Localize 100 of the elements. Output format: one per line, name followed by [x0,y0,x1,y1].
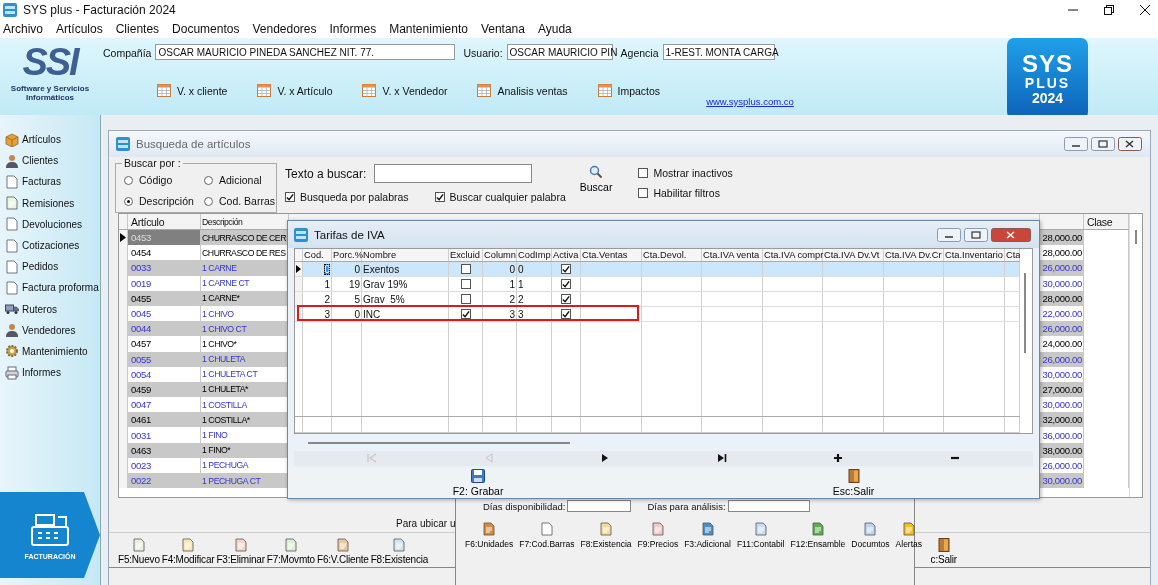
column-header[interactable]: Cta.IVA compr [763,249,823,262]
checkbox[interactable] [561,279,571,290]
scrollbar-thumb[interactable] [1135,230,1137,244]
checkbox[interactable] [285,192,295,202]
table-cell[interactable]: 0055 [128,351,201,367]
column-header[interactable]: Cta.Inventario [944,249,1005,262]
close-button[interactable] [1140,5,1150,15]
table-cell[interactable]: 0031 [128,427,201,443]
column-header[interactable]: Cod. [303,249,332,262]
radio-button[interactable] [204,175,213,185]
toolbar-button[interactable]: F5:Nuevo [117,538,161,565]
report-link[interactable]: Impactos [617,84,661,97]
report-link[interactable]: V. x Artículo [277,84,333,97]
table-cell[interactable]: 0463 [128,442,201,458]
checkbox[interactable] [460,294,471,305]
website-link[interactable]: www.sysplus.com.co [706,96,794,107]
table-cell[interactable]: 0455 [128,290,201,306]
tool-button[interactable]: F12:Ensamble [790,522,846,549]
column-header[interactable]: Cta.Devol. [642,249,702,262]
column-header[interactable]: Artículo [128,214,201,229]
toolbar-button[interactable]: F4:Modificar [160,538,216,565]
table-cell[interactable]: 0033 [128,260,201,276]
sidebar-item[interactable]: Devoluciones [22,218,83,230]
column-header[interactable]: Cta.IVA Dv.Vt [823,249,884,262]
column-header[interactable]: Activa [552,249,581,262]
menu-item[interactable]: Ayuda [537,22,572,36]
tool-button[interactable]: F11:Contabil [736,522,785,549]
report-link[interactable]: V. x cliente [177,84,228,97]
tool-button[interactable]: Documtos [851,522,890,549]
column-header[interactable]: CodImp [517,249,552,262]
table-row[interactable]: 2 5 Grav 5% 2 2 [295,292,1020,308]
sidebar-item[interactable]: Ruteros [22,303,57,315]
tool-button[interactable]: F9:Precios [637,522,679,549]
sidebar-item[interactable]: Artículos [22,134,61,146]
table-cell[interactable]: 0457 [128,336,201,352]
column-header[interactable]: Nombre [362,249,449,262]
column-header[interactable]: Cta.IVA venta [702,249,763,262]
text-field[interactable]: OSCAR MAURICIO PINEDA SANCHEZ NIT. 77. [155,44,456,60]
table-cell[interactable]: 0461 [128,412,201,428]
checkbox[interactable] [638,168,649,178]
menu-item[interactable]: Clientes [115,22,160,36]
table-cell[interactable]: 0019 [128,275,201,291]
checkbox[interactable] [434,192,445,202]
sidebar-item[interactable]: Mantenimiento [22,345,88,357]
table-cell[interactable]: 0044 [128,321,201,337]
exit-button[interactable]: Esc:Salir [826,468,881,498]
tool-button[interactable]: F8:Existencia [580,522,632,549]
search-button[interactable]: Buscar [573,157,619,213]
checkbox[interactable] [561,264,571,275]
toolbar-button[interactable]: F8:Existencia [369,538,430,565]
search-field[interactable] [374,164,533,183]
sidebar-item[interactable]: Clientes [22,155,59,167]
toolbar-button[interactable]: F7:Movmto [265,538,316,565]
tool-button[interactable]: Alertas [895,522,923,549]
last-record-icon[interactable] [715,452,728,465]
column-header[interactable]: Porc.% [332,249,362,262]
menu-item[interactable]: Artículos [56,22,103,36]
checkbox[interactable] [561,294,571,305]
column-header[interactable]: Excluid [449,249,483,262]
menu-item[interactable]: Mantenimiento [389,22,468,36]
plus-icon[interactable] [832,452,845,465]
report-link[interactable]: Analisis ventas [497,84,568,97]
radio-button[interactable] [204,196,213,206]
menu-item[interactable]: Archivo [3,22,43,36]
table-row[interactable]: 1 19 Grav 19% 1 1 [295,277,1020,293]
checkbox[interactable] [561,309,571,320]
column-header[interactable]: Cta.Ventas [581,249,642,262]
tool-button[interactable]: F6:Unidades [465,522,514,549]
menu-item[interactable]: Documentos [172,22,240,36]
checkbox[interactable] [460,264,471,275]
sidebar-item[interactable]: Cotizaciones [22,240,80,252]
scrollbar-thumb[interactable] [308,441,570,444]
table-row[interactable]: 3 0 INC 3 3 [295,307,1020,323]
sidebar-item[interactable]: Pedidos [22,261,59,273]
menu-item[interactable]: Ventana [480,22,525,36]
column-header[interactable]: Clase [1084,214,1129,229]
maximize-button[interactable] [1104,5,1114,15]
sidebar-item[interactable]: Remisiones [22,197,75,209]
text-field[interactable] [567,500,632,512]
close-button[interactable] [1118,137,1142,151]
scrollbar-thumb[interactable] [1024,273,1026,354]
text-field[interactable] [727,500,810,512]
checkbox[interactable] [460,279,471,290]
minimize-button[interactable] [1064,137,1088,151]
table-cell[interactable]: 0022 [128,473,201,489]
toolbar-button[interactable]: F3:Eliminar [215,538,266,565]
save-button[interactable]: F2: Grabar [446,468,510,498]
report-link[interactable]: V. x Vendedor [382,84,448,97]
sidebar-item[interactable]: Factura proforma [22,282,99,294]
menu-item[interactable]: Vendedores [252,22,317,36]
tool-button[interactable]: F7:Cod.Barras [519,522,575,549]
column-header[interactable]: Cta.IVA Dv.Cr [884,249,944,262]
exit-button[interactable]: c:Salir [929,538,958,565]
checkbox[interactable] [638,188,649,198]
menu-item[interactable]: Informes [329,22,377,36]
toolbar-button[interactable]: F6:V.Cliente [316,538,370,565]
radio-button[interactable] [124,175,133,185]
table-cell[interactable]: 0459 [128,381,201,398]
radio-button[interactable] [124,196,133,206]
tool-button[interactable]: F3:Adicional [684,522,731,549]
